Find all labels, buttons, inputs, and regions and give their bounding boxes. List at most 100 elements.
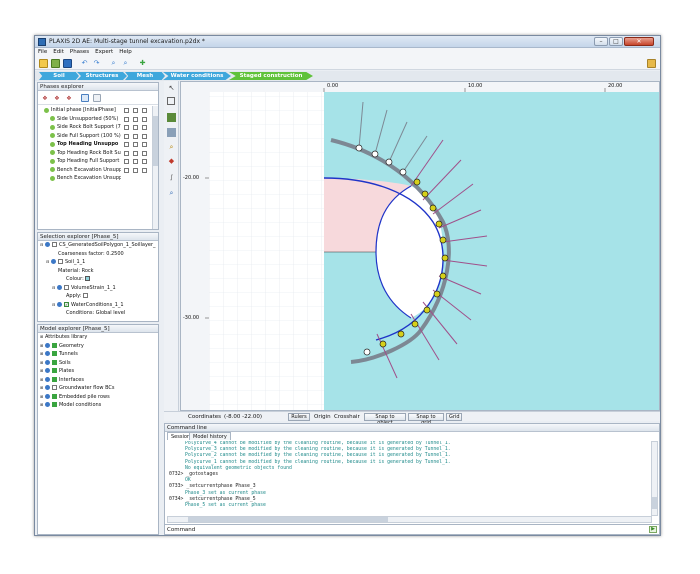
active-checkbox-icon[interactable] (51, 402, 57, 407)
visibility-icon[interactable] (56, 284, 62, 290)
add-icon[interactable]: ✚ (138, 59, 147, 68)
model-item-soils[interactable]: ⊞ Soils (38, 359, 158, 368)
expand-icon[interactable]: ⊞ (40, 402, 43, 407)
phases-scrollbar-thumb[interactable] (153, 116, 158, 166)
node-marker[interactable] (371, 150, 379, 158)
active-checkbox-icon[interactable] (51, 351, 57, 356)
model-item-attributes-library[interactable]: ⊞ Attributes library (38, 333, 158, 342)
visibility-icon[interactable] (44, 342, 50, 348)
expand-icon[interactable]: ⊞ (40, 343, 43, 348)
expand-icon[interactable]: ⊞ (40, 360, 43, 365)
delete-phase-icon[interactable]: ❖ (65, 94, 73, 102)
run-command-icon[interactable]: ▶ (649, 526, 657, 533)
active-node-marker[interactable] (429, 204, 437, 212)
insert-phase-icon[interactable]: ❖ (53, 94, 61, 102)
model-canvas[interactable] (181, 82, 660, 411)
new-project-icon[interactable] (39, 59, 48, 68)
menu-help[interactable]: Help (116, 48, 135, 55)
active-node-marker[interactable] (421, 190, 429, 198)
mesh-zoom-icon[interactable]: ⌕ (167, 189, 176, 198)
phase-item[interactable]: Side Full Support (100 %) (38, 132, 152, 141)
active-node-marker[interactable] (439, 272, 447, 280)
phase-item[interactable]: Top Heading Full Support (38, 157, 152, 166)
active-checkbox-icon[interactable] (51, 359, 57, 365)
menu-expert[interactable]: Expert (92, 48, 116, 55)
active-node-marker[interactable] (397, 330, 405, 338)
snap-to-object-button[interactable]: Snap to object (364, 413, 406, 426)
visibility-icon[interactable] (44, 368, 50, 373)
expand-icon[interactable]: ⊞ (40, 334, 43, 339)
active-node-marker[interactable] (441, 254, 449, 262)
rulers-button[interactable]: Rulers (288, 413, 310, 421)
grid-button[interactable]: Grid (446, 413, 462, 421)
log-vertical-scrollbar[interactable] (651, 441, 658, 516)
collapse-icon[interactable]: ⊟ (40, 242, 43, 247)
model-item-groundwater-flow-bcs[interactable]: ⊞ Groundwater flow BCs (38, 384, 158, 393)
tree-item-conditions[interactable]: Conditions: Global level (38, 309, 158, 318)
visibility-icon[interactable] (44, 351, 50, 356)
phase-item[interactable]: Bench Excavation Unsupp (38, 174, 152, 183)
zoom-out-icon[interactable]: ⌕ (121, 59, 130, 68)
colour-swatch[interactable] (85, 276, 91, 281)
maximize-button[interactable]: □ (609, 37, 623, 46)
mode-soil[interactable]: Soil (39, 72, 79, 80)
minimize-button[interactable]: – (594, 37, 608, 46)
active-node-marker[interactable] (435, 220, 443, 228)
tab-model-history[interactable]: Model history (189, 432, 231, 440)
checked-checkbox[interactable]: ✓ (63, 301, 69, 307)
mode-water-conditions[interactable]: Water conditions (163, 72, 231, 80)
node-marker[interactable] (385, 158, 393, 166)
select-cursor-icon[interactable]: ↖ (167, 84, 176, 93)
visibility-icon[interactable] (56, 301, 62, 307)
collapse-icon[interactable]: ⊟ (52, 302, 55, 307)
node-marker[interactable] (355, 144, 363, 152)
visibility-icon[interactable] (44, 359, 50, 365)
close-button[interactable]: ✕ (624, 37, 654, 46)
model-item-interfaces[interactable]: ⊞ Interfaces (38, 376, 158, 385)
tree-item-volume-strain[interactable]: ⊟ VolumeStrain_1_1 (38, 284, 158, 293)
visibility-icon[interactable] (44, 242, 50, 247)
model-item-geometry[interactable]: ⊞ Geometry (38, 342, 158, 351)
expand-icon[interactable]: ⊞ (40, 351, 43, 356)
expand-icon[interactable]: ⊞ (40, 385, 43, 390)
menu-file[interactable]: File (35, 48, 50, 55)
tree-item-soil[interactable]: ⊟ Soil_1_1 (38, 258, 158, 267)
phase-item[interactable]: Side Rock Bolt Support (7 (38, 123, 152, 132)
active-node-marker[interactable] (411, 320, 419, 328)
save-project-icon[interactable] (63, 59, 72, 68)
redo-icon[interactable]: ↷ (92, 59, 101, 68)
active-node-marker[interactable] (379, 340, 387, 348)
visibility-icon[interactable] (44, 385, 50, 390)
edit-phase-icon[interactable] (81, 94, 89, 102)
zoom-icon[interactable]: ⌕ (167, 143, 176, 152)
active-node-marker[interactable] (433, 290, 441, 298)
phase-item[interactable]: Initial phase [InitialPhase] (38, 106, 152, 115)
expand-icon[interactable]: ⊞ (40, 377, 43, 382)
visibility-icon[interactable] (50, 259, 56, 264)
tree-item-material[interactable]: Material: Rock (38, 267, 158, 276)
phase-item[interactable]: Side Unsupported (50%) (38, 115, 152, 124)
visibility-icon[interactable] (44, 376, 50, 382)
active-node-marker[interactable] (423, 306, 431, 314)
collapse-icon[interactable]: ⊟ (52, 285, 55, 290)
active-checkbox-icon[interactable] (51, 342, 57, 348)
phase-item[interactable]: Bench Excavation Unsupp (38, 166, 152, 175)
active-checkbox-icon[interactable] (51, 376, 57, 382)
menu-edit[interactable]: Edit (50, 48, 67, 55)
model-item-plates[interactable]: ⊞ Plates (38, 367, 158, 376)
drawing-area[interactable]: 0.00 10.00 20.00 -20.00 -30.00 (180, 81, 660, 411)
command-input[interactable] (195, 526, 643, 533)
undo-icon[interactable]: ↶ (80, 59, 89, 68)
log-scrollbar-thumb[interactable] (652, 497, 657, 509)
visibility-icon[interactable] (44, 402, 50, 407)
model-item-embedded-pile-rows[interactable]: ⊞ Embedded pile rows (38, 393, 158, 402)
log-hscrollbar-thumb[interactable] (188, 517, 388, 522)
copy-phase-icon[interactable] (93, 94, 101, 102)
expand-icon[interactable]: ⊞ (40, 394, 43, 399)
tree-item-soil-polygon[interactable]: ⊟ CS_GeneratedSoilPolygon_1_Soillayer_ (38, 241, 158, 250)
phase-item-selected[interactable]: Top Heading Unsuppo (38, 140, 152, 149)
origin-toggle[interactable]: Origin (314, 412, 331, 422)
crosshair-toggle[interactable]: Crosshair (334, 412, 360, 422)
checkbox[interactable] (57, 259, 63, 264)
active-node-marker[interactable] (439, 236, 447, 244)
